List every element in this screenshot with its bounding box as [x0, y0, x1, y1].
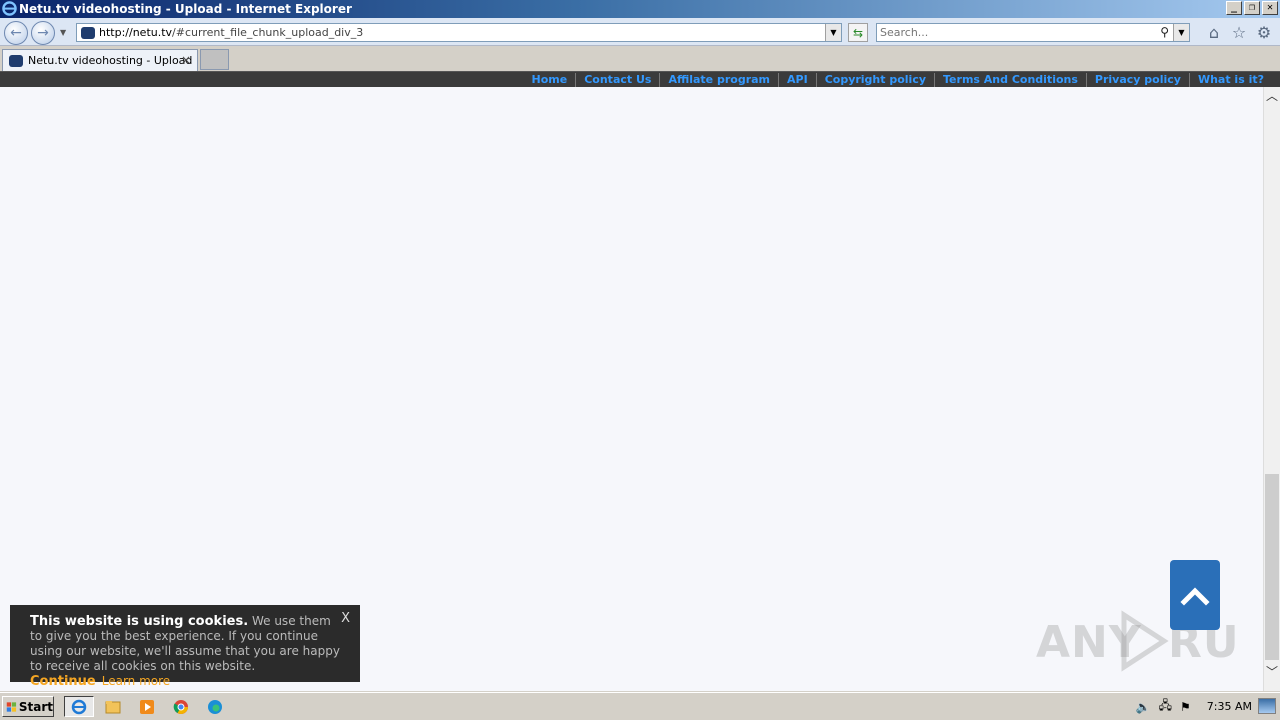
- back-button[interactable]: ←: [4, 21, 28, 45]
- start-label: Start: [18, 699, 53, 714]
- page-content: [0, 87, 1263, 691]
- nav-link-what-is-it[interactable]: What is it?: [1188, 73, 1272, 87]
- home-icon[interactable]: ⌂: [1205, 24, 1223, 42]
- scrollbar-thumb[interactable]: [1265, 474, 1279, 660]
- taskbar-chrome-button[interactable]: [166, 696, 196, 717]
- nav-link-api[interactable]: API: [778, 73, 816, 87]
- site-favicon-icon: [81, 27, 95, 39]
- address-dropdown-button[interactable]: ▼: [825, 24, 841, 41]
- cookie-banner: X This website is using cookies. We use …: [10, 605, 360, 689]
- back-arrow-icon: ←: [10, 25, 22, 41]
- tab-close-icon[interactable]: ×: [181, 53, 191, 67]
- nav-link-copyright[interactable]: Copyright policy: [815, 73, 934, 87]
- taskbar-edge-button[interactable]: [200, 696, 230, 717]
- windows-flag-icon: [6, 701, 17, 712]
- restore-button[interactable]: ❐: [1244, 1, 1260, 15]
- scroll-down-icon[interactable]: ﹀: [1264, 663, 1280, 679]
- tab-favicon-icon: [9, 55, 23, 67]
- nav-link-home[interactable]: Home: [524, 73, 576, 87]
- volume-icon[interactable]: 🔈: [1136, 700, 1151, 714]
- forward-button[interactable]: →: [31, 21, 55, 45]
- ie-logo-icon: [2, 1, 17, 16]
- search-dropdown-button[interactable]: ▼: [1173, 24, 1189, 41]
- folder-icon: [105, 700, 121, 713]
- cookie-close-button[interactable]: X: [341, 611, 350, 626]
- refresh-icon: ⇆: [852, 25, 864, 40]
- forward-arrow-icon: →: [37, 25, 49, 41]
- scroll-up-icon[interactable]: ︿: [1264, 87, 1280, 103]
- system-tray: 🔈 🖧 ⚑ 7:35 AM: [1118, 696, 1278, 717]
- ie-icon: [71, 699, 87, 714]
- compatibility-refresh-button[interactable]: ⇆: [848, 23, 868, 42]
- search-input[interactable]: [880, 25, 1150, 40]
- chevron-up-icon: [1180, 587, 1210, 606]
- clock[interactable]: 7:35 AM: [1207, 700, 1252, 713]
- address-url[interactable]: http://netu.tv/#current_file_chunk_uploa…: [99, 26, 363, 39]
- action-center-flag-icon[interactable]: ⚑: [1180, 700, 1191, 714]
- tab-netu-upload[interactable]: Netu.tv videohosting - Upload ×: [2, 49, 198, 71]
- taskbar: Start 🔈 🖧 ⚑ 7:35 AM: [0, 692, 1280, 720]
- nav-link-affiliate[interactable]: Affilate program: [659, 73, 778, 87]
- taskbar-explorer-button[interactable]: [98, 696, 128, 717]
- nav-link-contact[interactable]: Contact Us: [575, 73, 659, 87]
- media-player-icon: [140, 699, 154, 714]
- window-title-bar: Netu.tv videohosting - Upload - Internet…: [0, 0, 1280, 18]
- window-title: Netu.tv videohosting - Upload - Internet…: [19, 2, 352, 16]
- tab-label: Netu.tv videohosting - Upload: [28, 54, 193, 67]
- search-box[interactable]: ⚲ ▼: [876, 23, 1190, 42]
- network-icon[interactable]: 🖧: [1159, 696, 1172, 717]
- vertical-scrollbar[interactable]: ︿ ﹀: [1263, 87, 1280, 691]
- nav-link-privacy[interactable]: Privacy policy: [1085, 73, 1189, 87]
- cookie-title: This website is using cookies.: [30, 614, 249, 629]
- new-tab-button[interactable]: [200, 49, 229, 70]
- taskbar-media-player-button[interactable]: [132, 696, 162, 717]
- address-bar[interactable]: http://netu.tv/#current_file_chunk_uploa…: [76, 23, 842, 42]
- show-desktop-button[interactable]: [1258, 698, 1276, 714]
- edge-icon: [208, 699, 222, 714]
- chrome-icon: [173, 699, 188, 714]
- browser-nav-bar: ← → ▼ http://netu.tv/#current_file_chunk…: [0, 18, 1280, 46]
- tab-bar: Netu.tv videohosting - Upload ×: [0, 46, 1280, 71]
- cookie-continue-button[interactable]: Continue: [30, 674, 96, 689]
- settings-gear-icon[interactable]: ⚙: [1255, 24, 1273, 42]
- cookie-learn-more-link[interactable]: Learn more: [102, 674, 170, 688]
- scroll-to-top-button[interactable]: [1170, 560, 1220, 630]
- start-button[interactable]: Start: [2, 696, 54, 717]
- site-nav-bar: Home Contact Us Affilate program API Cop…: [0, 71, 1280, 87]
- search-icon[interactable]: ⚲: [1160, 25, 1169, 39]
- favorites-star-icon[interactable]: ☆: [1230, 24, 1248, 42]
- minimize-button[interactable]: _: [1226, 1, 1242, 15]
- nav-link-terms[interactable]: Terms And Conditions: [934, 73, 1086, 87]
- close-window-button[interactable]: ✕: [1262, 1, 1278, 15]
- history-dropdown-icon[interactable]: ▼: [60, 28, 66, 37]
- taskbar-ie-button[interactable]: [64, 696, 94, 717]
